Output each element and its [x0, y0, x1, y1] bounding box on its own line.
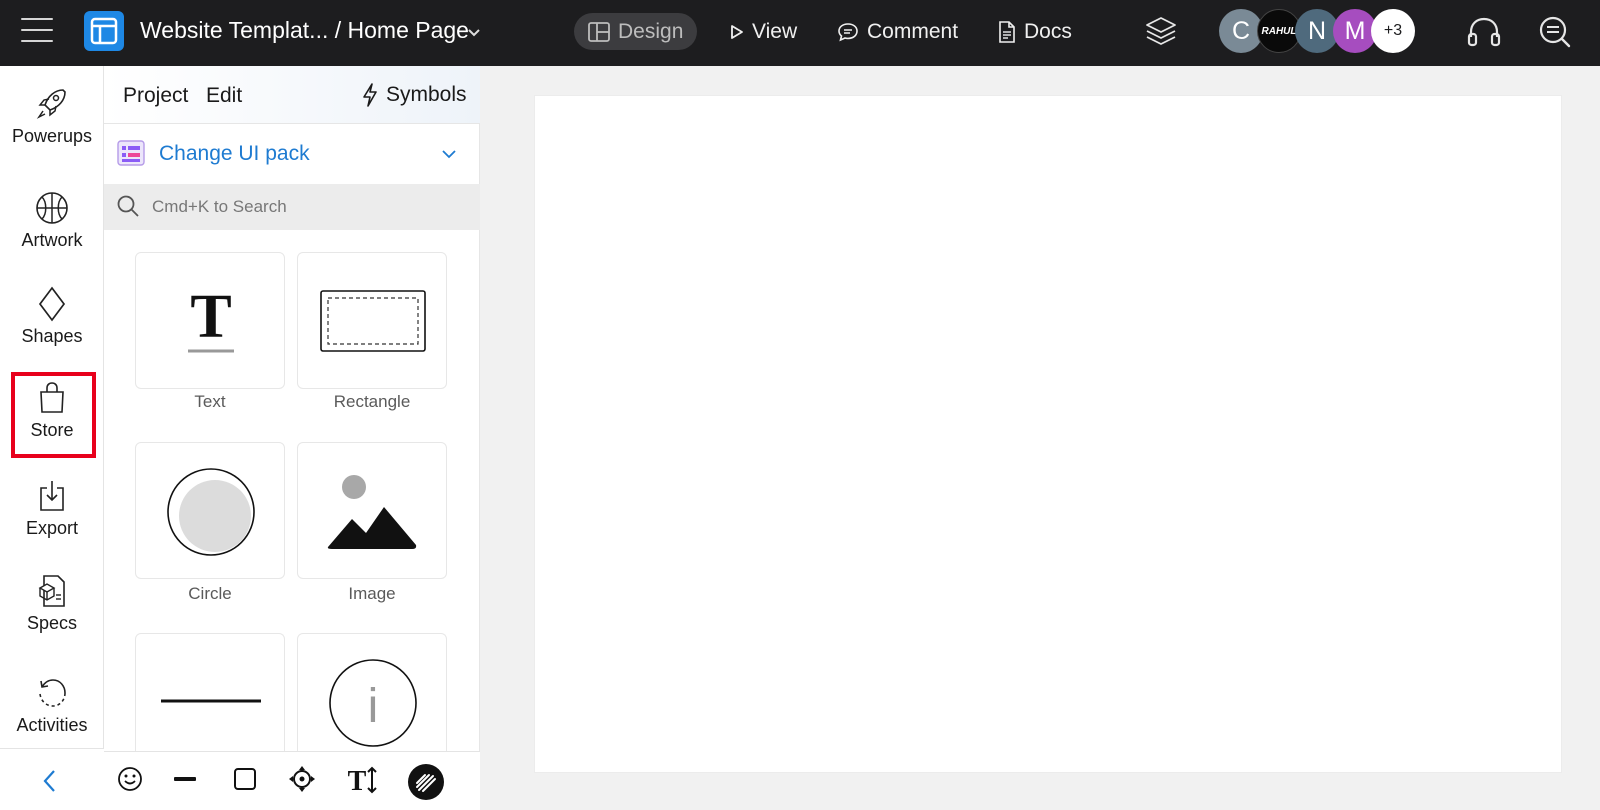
line-tool-icon: [161, 699, 261, 703]
panel-tabs: Project Edit Symbols: [104, 66, 480, 124]
tile-label: Text: [194, 392, 226, 411]
sidebar-item-label: Export: [25, 518, 79, 538]
sidebar-item-label: Activities: [16, 715, 88, 735]
app-logo-icon[interactable]: [84, 11, 124, 51]
avatar-initial: C: [1231, 16, 1251, 45]
line-tool-icon[interactable]: [172, 765, 198, 793]
move-tool-icon[interactable]: [288, 765, 316, 793]
diamond-icon: [38, 286, 66, 322]
project-title[interactable]: Website Templat... / Home Page: [140, 17, 469, 44]
emoji-icon[interactable]: [116, 765, 144, 793]
element-tile-rectangle[interactable]: [297, 252, 447, 389]
element-tile-line[interactable]: [135, 633, 285, 753]
sidebar-item-activities[interactable]: Activities: [0, 675, 104, 736]
artboard[interactable]: [535, 96, 1561, 772]
lightning-icon: [363, 83, 377, 107]
specs-icon: [38, 575, 65, 607]
element-tile-text[interactable]: T: [135, 252, 285, 389]
sidebar-item-specs[interactable]: Specs: [0, 573, 104, 634]
chevron-down-icon[interactable]: [467, 28, 481, 38]
tile-label: Rectangle: [333, 392, 411, 411]
sidebar-item-shapes[interactable]: Shapes: [0, 286, 104, 347]
rectangle-tool-icon: [320, 290, 426, 352]
bottom-toolbar: T: [104, 751, 480, 810]
top-bar: Website Templat... / Home Page Design Vi…: [0, 0, 1600, 66]
tab-edit[interactable]: Edit: [206, 84, 242, 108]
rocket-icon: [36, 89, 66, 119]
tile-label: Image: [348, 584, 396, 603]
svg-text:T: T: [348, 766, 367, 795]
sketch-icon[interactable]: [407, 763, 445, 801]
element-tile-circle[interactable]: [135, 442, 285, 579]
nav-comment-label: Comment: [867, 19, 959, 43]
element-tile-info[interactable]: i: [297, 633, 447, 753]
sidebar-item-label: Specs: [26, 613, 78, 633]
sidebar-item-powerups[interactable]: Powerups: [0, 86, 104, 147]
element-tile-image[interactable]: [297, 442, 447, 579]
tab-project[interactable]: Project: [123, 84, 188, 108]
nav-view-button[interactable]: View: [716, 13, 811, 50]
avatar-initial: RAHUL: [1261, 25, 1297, 37]
ui-pack-icon: [117, 140, 145, 166]
text-size-icon[interactable]: T: [346, 765, 378, 795]
document-icon: [999, 20, 1015, 43]
sidebar-item-label: Powerups: [11, 126, 93, 146]
image-tool-icon: [327, 475, 417, 549]
search-input[interactable]: [152, 193, 462, 221]
info-icon: i: [329, 659, 417, 747]
search-bar: [104, 184, 480, 230]
circle-tool-icon: [167, 468, 255, 556]
sidebar-item-label: Artwork: [21, 230, 83, 250]
ui-pack-label: Change UI pack: [159, 142, 310, 165]
store-highlight-box: [11, 372, 96, 458]
search-menu-icon[interactable]: [1538, 15, 1572, 49]
layout-icon: [588, 21, 610, 42]
avatar-initial: N: [1307, 16, 1327, 45]
svg-text:i: i: [368, 680, 379, 733]
nav-comment-button[interactable]: Comment: [823, 13, 972, 50]
avatar-initial: M: [1344, 16, 1366, 45]
headphones-icon[interactable]: [1466, 15, 1502, 49]
nav-view-label: View: [752, 19, 798, 43]
square-tool-icon[interactable]: [232, 765, 258, 793]
more-collaborators-badge[interactable]: +3: [1371, 9, 1415, 53]
sidebar-item-artwork[interactable]: Artwork: [0, 190, 104, 251]
nav-design-button[interactable]: Design: [574, 13, 698, 50]
sidebar-item-export[interactable]: Export: [0, 478, 104, 539]
search-icon: [117, 195, 139, 217]
avatar-count: +3: [1383, 22, 1403, 39]
text-tool-icon: T: [188, 283, 234, 353]
sidebar-item-label: Shapes: [21, 326, 83, 346]
comment-icon: [838, 22, 858, 41]
chevron-left-icon[interactable]: [42, 769, 58, 793]
tab-symbols-label: Symbols: [386, 83, 467, 106]
nav-docs-label: Docs: [1024, 19, 1072, 43]
chevron-down-icon: [442, 150, 456, 159]
sidebar-collapse-area: [0, 748, 104, 810]
tile-label: Circle: [188, 584, 232, 603]
history-icon: [39, 679, 66, 707]
basketball-icon: [36, 192, 68, 224]
play-icon: [731, 24, 743, 39]
elements-panel: Project Edit Symbols Change UI pack T Te…: [104, 66, 480, 810]
nav-docs-button[interactable]: Docs: [984, 13, 1086, 50]
download-icon: [40, 481, 64, 511]
left-sidebar: Powerups Artwork Shapes Store Export Spe…: [0, 66, 104, 810]
tab-symbols[interactable]: Symbols: [362, 83, 467, 107]
nav-design-label: Design: [618, 19, 684, 43]
svg-text:T: T: [190, 283, 231, 351]
change-ui-pack-dropdown[interactable]: Change UI pack: [104, 124, 480, 184]
layers-icon[interactable]: [1144, 15, 1178, 47]
hamburger-menu-icon[interactable]: [21, 18, 53, 44]
